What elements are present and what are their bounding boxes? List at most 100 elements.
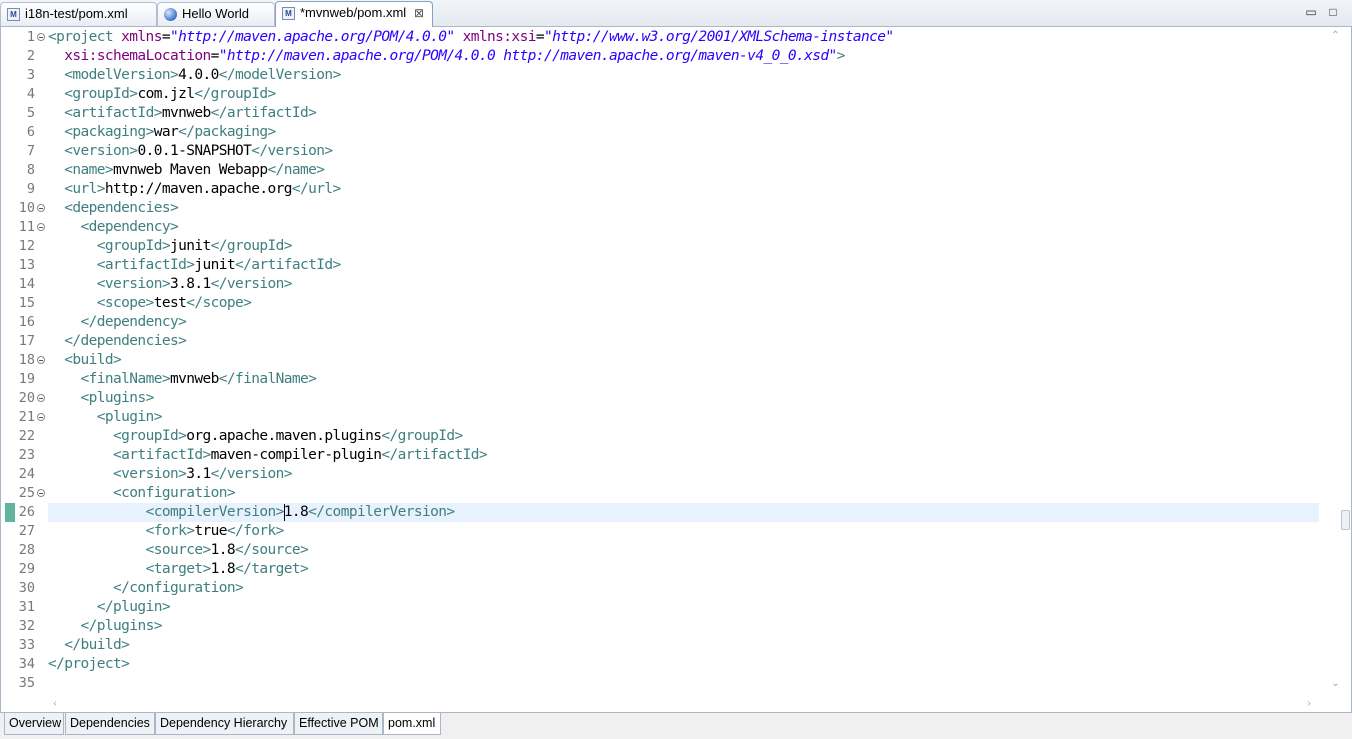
code-token: org.apache.maven.plugins <box>186 428 382 444</box>
code-area[interactable]: <project xmlns ="http://maven.apache.org/… <box>48 27 1320 695</box>
code-line[interactable]: xsi:schemaLocation="http://maven.apache.… <box>48 47 845 66</box>
scroll-down-icon[interactable]: ⌄ <box>1320 677 1351 691</box>
scroll-thumb[interactable] <box>1341 510 1350 530</box>
code-token: <project <box>48 29 122 45</box>
code-line[interactable]: </dependencies> <box>48 332 187 351</box>
fold-collapse-icon[interactable] <box>37 413 45 421</box>
code-line[interactable]: <project xmlns="http://maven.apache.org/… <box>48 28 894 47</box>
code-token: </artifactId> <box>381 447 488 463</box>
code-token: mvnweb <box>169 371 219 387</box>
code-token: xmlns <box>121 29 162 45</box>
code-line[interactable]: <fork>true</fork> <box>48 522 285 541</box>
code-line[interactable]: <groupId>com.jzl</groupId> <box>48 85 276 104</box>
code-line[interactable]: <artifactId>maven-compiler-plugin</artif… <box>48 446 488 465</box>
code-line[interactable]: <finalName>mvnweb</finalName> <box>48 370 317 389</box>
code-line[interactable]: <configuration> <box>48 484 236 503</box>
line-number: 8 <box>26 162 35 178</box>
minimize-icon[interactable]: ▭ <box>1303 4 1319 20</box>
code-token: </version> <box>210 466 293 482</box>
tab-overview[interactable]: Overview <box>4 713 64 735</box>
code-line[interactable]: <artifactId>mvnweb</artifactId> <box>48 104 317 123</box>
fold-collapse-icon[interactable] <box>37 223 45 231</box>
code-line[interactable]: <scope>test</scope> <box>48 294 252 313</box>
code-line[interactable]: </build> <box>48 636 130 655</box>
code-token: <artifactId> <box>64 105 162 121</box>
fold-collapse-icon[interactable] <box>37 489 45 497</box>
fold-collapse-icon[interactable] <box>37 356 45 364</box>
code-line[interactable]: <name>mvnweb Maven Webapp</name> <box>48 161 325 180</box>
change-marker <box>5 503 15 522</box>
code-line[interactable]: <url>http://maven.apache.org</url> <box>48 180 341 199</box>
code-token: <packaging> <box>64 124 154 140</box>
code-token: </modelVersion> <box>218 67 342 83</box>
tab-pom-xml[interactable]: pom.xml <box>383 713 441 735</box>
code-line[interactable]: <version>0.0.1-SNAPSHOT</version> <box>48 142 333 161</box>
line-number: 30 <box>18 580 35 596</box>
fold-collapse-icon[interactable] <box>37 204 45 212</box>
tab-mvnweb-pom[interactable]: M *mvnweb/pom.xml ⊠ <box>275 1 433 27</box>
vertical-scrollbar[interactable]: ⌃ ⌄ <box>1320 27 1351 695</box>
tab-effective-pom[interactable]: Effective POM <box>294 713 383 735</box>
scroll-up-icon[interactable]: ⌃ <box>1320 29 1351 43</box>
code-token: <groupId> <box>64 86 138 102</box>
code-line[interactable]: <target>1.8</target> <box>48 560 309 579</box>
code-line[interactable]: <dependencies> <box>48 199 178 218</box>
fold-collapse-icon[interactable] <box>37 394 45 402</box>
code-token: </artifactId> <box>235 257 341 273</box>
code-line[interactable]: <groupId>org.apache.maven.plugins</group… <box>48 427 463 446</box>
code-line[interactable]: <version>3.1</version> <box>48 465 292 484</box>
fold-collapse-icon[interactable] <box>37 33 45 41</box>
code-line[interactable]: </configuration> <box>48 579 244 598</box>
maximize-icon[interactable]: □ <box>1325 4 1341 20</box>
code-line[interactable]: <compilerVersion>1.8</compilerVersion> <box>48 503 456 522</box>
code-token: </build> <box>64 637 130 653</box>
xml-source-editor[interactable]: 1 2 3 4 5 6 7 8 9 10 11 12 13 14 15 16 17 18 19 20 21 22 23 24 2… <box>0 27 1352 712</box>
code-token: </plugins> <box>80 618 163 634</box>
code-line[interactable]: <build> <box>48 351 122 370</box>
line-number: 5 <box>26 105 35 121</box>
code-token: = <box>210 48 220 64</box>
code-token: </url> <box>291 181 341 197</box>
code-line[interactable]: </project> <box>48 655 130 674</box>
code-line[interactable]: <dependency> <box>48 218 179 237</box>
code-token: <groupId> <box>96 238 171 254</box>
tab-dependency-hierarchy[interactable]: Dependency Hierarchy <box>155 713 294 735</box>
code-line[interactable]: </dependency> <box>48 313 187 332</box>
close-icon[interactable]: ⊠ <box>414 2 424 24</box>
code-token: </target> <box>235 561 309 577</box>
code-line[interactable]: <artifactId>junit</artifactId> <box>48 256 342 275</box>
text-cursor <box>284 504 285 521</box>
code-token: <version> <box>113 466 187 482</box>
horizontal-scrollbar[interactable]: ‹ › <box>48 695 1320 712</box>
code-line[interactable]: <version>3.8.1</version> <box>48 275 293 294</box>
code-line[interactable]: <modelVersion>4.0.0</modelVersion> <box>48 66 341 85</box>
line-number: 32 <box>18 618 35 634</box>
code-line[interactable]: <groupId>junit</groupId> <box>48 237 293 256</box>
code-line[interactable]: </plugins> <box>48 617 163 636</box>
code-line[interactable]: </plugin> <box>48 598 171 617</box>
code-token: </compilerVersion> <box>308 504 455 520</box>
code-line[interactable]: <packaging>war</packaging> <box>48 123 276 142</box>
code-line[interactable]: <plugin> <box>48 408 163 427</box>
scroll-right-icon[interactable]: › <box>1302 695 1316 712</box>
scroll-left-icon[interactable]: ‹ <box>48 695 62 712</box>
tab-dependencies[interactable]: Dependencies <box>65 713 155 735</box>
tab-hello-world[interactable]: Hello World <box>157 2 275 26</box>
code-token: <groupId> <box>113 428 187 444</box>
line-number-gutter: 1 2 3 4 5 6 7 8 9 10 11 12 13 14 15 16 17 18 19 20 21 22 23 24 2… <box>1 27 48 695</box>
code-token: "http://maven.apache.org/POM/4.0.0 http:… <box>218 48 837 64</box>
line-number: 29 <box>18 561 35 577</box>
line-number: 6 <box>26 124 35 140</box>
tab-i18n-test-pom[interactable]: M i18n-test/pom.xml <box>0 2 157 26</box>
code-line[interactable]: <source>1.8</source> <box>48 541 309 560</box>
code-line[interactable]: <plugins> <box>48 389 155 408</box>
